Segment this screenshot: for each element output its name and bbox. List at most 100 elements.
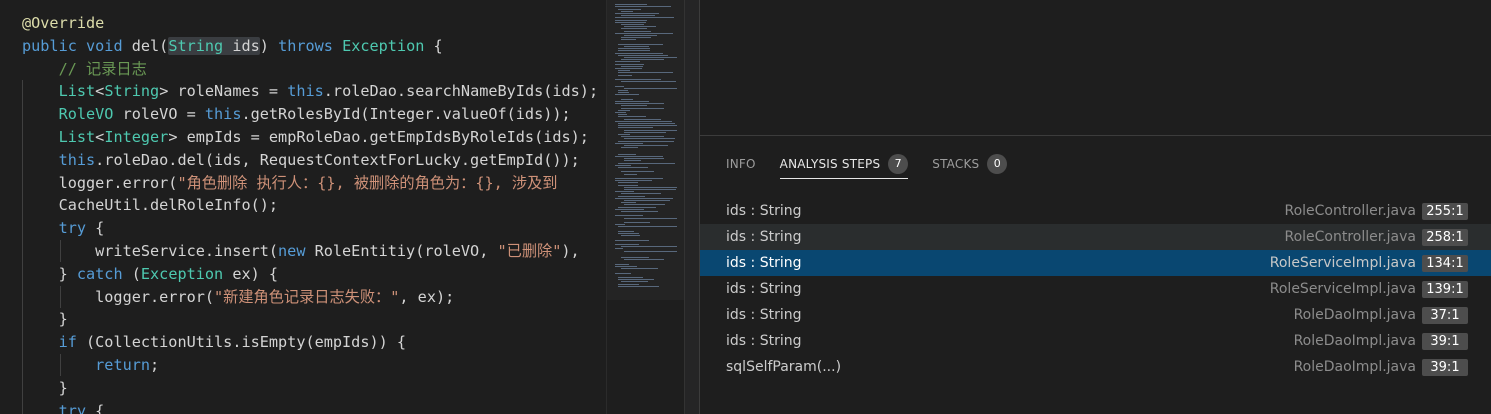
panel-empty-area <box>700 0 1491 136</box>
minimap-line <box>618 285 659 287</box>
minimap-line <box>615 6 671 8</box>
minimap-line <box>624 57 677 58</box>
step-file: RoleDaoImpl.java <box>1293 333 1416 349</box>
code-line[interactable]: try { <box>22 400 598 414</box>
minimap-line <box>618 43 663 45</box>
minimap-line <box>615 13 659 14</box>
minimap-line <box>621 171 654 173</box>
minimap-line <box>615 142 643 144</box>
code-line[interactable]: return; <box>22 354 598 377</box>
code-line[interactable]: CacheUtil.delRoleInfo(); <box>22 194 598 217</box>
code-token: ; <box>150 355 160 374</box>
analysis-step-selected[interactable]: ids : String RoleServiceImpl.java 134:1 <box>700 250 1491 276</box>
code-line[interactable]: public void del(String ids) throws Excep… <box>22 35 598 58</box>
minimap-line <box>621 193 661 195</box>
editor-scrollbar[interactable] <box>684 0 699 414</box>
minimap-line <box>615 17 674 19</box>
code-line[interactable]: } <box>22 308 598 331</box>
code-token: < <box>95 127 105 146</box>
step-file: RoleController.java <box>1284 203 1416 219</box>
minimap-line <box>615 52 663 54</box>
code-token: roleVO = <box>113 105 205 124</box>
minimap-line <box>624 200 670 201</box>
code-editor[interactable]: @Override public void del(String ids) thr… <box>0 0 606 414</box>
code-token: List <box>58 127 96 146</box>
code-token: throws <box>278 36 343 55</box>
minimap-line <box>624 160 641 162</box>
minimap-line <box>615 103 664 105</box>
minimap-line <box>618 74 632 76</box>
step-file: RoleServiceImpl.java <box>1269 281 1416 297</box>
minimap-line <box>621 10 633 12</box>
code-line[interactable]: // 记录日志 <box>22 58 598 81</box>
minimap-line <box>615 4 647 6</box>
analysis-step[interactable]: ids : String RoleDaoImpl.java 39:1 <box>700 328 1491 354</box>
code-token: if <box>58 333 77 352</box>
code-line[interactable]: } <box>22 377 598 400</box>
analysis-step[interactable]: ids : String RoleDaoImpl.java 37:1 <box>700 302 1491 328</box>
code-token: .roleDao.searchNameByIds(ids); <box>323 82 599 101</box>
minimap-line <box>618 277 643 278</box>
minimap[interactable] <box>606 0 685 414</box>
code-line[interactable]: RoleVO roleVO = this.getRolesById(Intege… <box>22 103 598 126</box>
minimap-line <box>621 235 640 237</box>
code-line[interactable]: logger.error("角色删除 执行人：{}, 被删除的角色为：{}, 涉… <box>22 172 598 195</box>
minimap-line <box>615 156 663 157</box>
code-token: < <box>95 82 105 101</box>
code-line[interactable]: try { <box>22 217 598 240</box>
minimap-line <box>615 263 629 265</box>
code-token: { <box>86 219 105 238</box>
tab-analysis-steps-label: ANALYSIS STEPS <box>779 157 881 171</box>
minimap-line <box>618 226 677 228</box>
step-position-badge: 39:1 <box>1422 332 1468 350</box>
minimap-line <box>621 246 677 248</box>
panel-tabs: INFO ANALYSIS STEPS 7 STACKS 0 <box>726 150 1008 180</box>
code-line[interactable]: List<Integer> empIds = empRoleDao.getEmp… <box>22 126 598 149</box>
minimap-line <box>618 134 630 135</box>
step-label: ids : String <box>726 255 802 271</box>
analysis-step[interactable]: ids : String RoleController.java 258:1 <box>700 224 1491 250</box>
minimap-slider[interactable] <box>607 0 685 300</box>
code-line[interactable]: } catch (Exception ex) { <box>22 263 598 286</box>
code-line[interactable]: writeService.insert(new RoleEntitiy(role… <box>22 240 598 263</box>
minimap-line <box>624 189 676 190</box>
code-line[interactable]: this.roleDao.del(ids, RequestContextForL… <box>22 149 598 172</box>
code-token: String ids <box>168 36 260 55</box>
minimap-line <box>615 191 634 193</box>
minimap-line <box>618 125 677 127</box>
tab-info[interactable]: INFO <box>726 150 756 178</box>
analysis-step[interactable]: ids : String RoleController.java 255:1 <box>700 198 1491 224</box>
minimap-line <box>618 50 650 52</box>
code-line[interactable]: @Override <box>22 12 598 35</box>
minimap-line <box>615 244 639 245</box>
code-line[interactable]: List<String> roleNames = this.roleDao.se… <box>22 80 599 103</box>
code-line[interactable]: if (CollectionUtils.isEmpty(empIds)) { <box>22 331 598 354</box>
step-file: RoleDaoImpl.java <box>1293 307 1416 323</box>
step-file: RoleDaoImpl.java <box>1293 359 1416 375</box>
minimap-line <box>615 224 625 226</box>
tab-analysis-steps[interactable]: ANALYSIS STEPS 7 <box>779 150 909 179</box>
code-line[interactable]: logger.error("新建角色记录日志失败：", ex); <box>22 286 598 309</box>
minimap-line <box>615 101 649 102</box>
analysis-step[interactable]: ids : String RoleServiceImpl.java 139:1 <box>700 276 1491 302</box>
minimap-line <box>624 217 677 219</box>
code-token: Exception <box>140 264 224 283</box>
code-token: ( <box>122 264 141 283</box>
minimap-line <box>615 85 624 87</box>
code-token: ) <box>259 36 279 55</box>
minimap-line <box>615 112 626 113</box>
tab-stacks[interactable]: STACKS 0 <box>932 150 1008 178</box>
minimap-line <box>615 21 646 23</box>
minimap-line <box>618 70 630 72</box>
code-token: "新建角色记录日志失败：" <box>214 287 400 306</box>
code-text[interactable]: @Override public void del(String ids) thr… <box>22 12 598 414</box>
analysis-step[interactable]: sqlSelfParam(...) RoleDaoImpl.java 39:1 <box>700 354 1491 380</box>
step-position-badge: 37:1 <box>1422 306 1468 324</box>
code-token: > empIds = empRoleDao.getEmpIdsByRoleIds… <box>168 127 589 146</box>
